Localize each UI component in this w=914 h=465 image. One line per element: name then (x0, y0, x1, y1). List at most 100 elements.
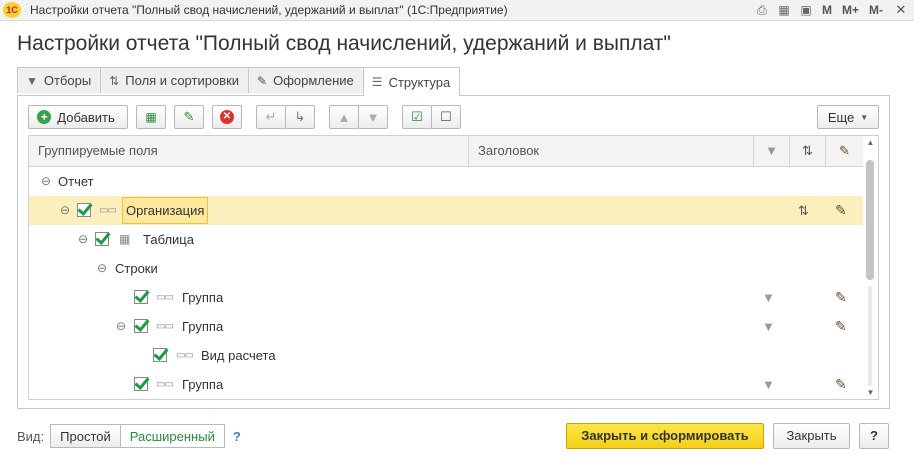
move-in-icon: ↳ (294, 109, 306, 124)
row-checkbox[interactable] (134, 319, 148, 333)
move-in-button[interactable]: ↳ (285, 105, 315, 129)
field-icon: ▭▭ (176, 350, 194, 361)
collapse-icon[interactable]: ⊖ (116, 312, 126, 341)
print-icon[interactable]: ⎙ (751, 0, 773, 20)
delete-icon: ✕ (220, 110, 234, 124)
tab-label: Отборы (43, 73, 92, 88)
view-simple-button[interactable]: Простой (50, 424, 121, 448)
row-label: Таблица (143, 232, 194, 247)
tab-bar: ▼ Отборы ⇅ Поля и сортировки ✎ Оформлени… (17, 67, 461, 96)
row-checkbox[interactable] (77, 203, 91, 217)
brush-column-icon[interactable]: ✎ (826, 136, 863, 166)
structure-grid[interactable]: Группируемые поля Заголовок ▼ ⇅ ✎ ⊖ Отче… (28, 135, 879, 400)
brush-icon[interactable]: ✎ (835, 196, 847, 225)
brush-icon: ✎ (257, 73, 268, 88)
memory-mplus-button[interactable]: M+ (837, 0, 864, 20)
row-checkbox[interactable] (95, 232, 109, 246)
move-out-icon: ↵ (265, 109, 277, 124)
add-button-label: Добавить (57, 109, 115, 125)
check-all-button[interactable]: ☑ (402, 105, 432, 129)
tab-label: Поля и сортировки (125, 73, 240, 88)
structure-toolbar: + Добавить ▦ ✎ ✕ ↵ ↳ ▲ ▼ ☑ ☐ (28, 105, 461, 129)
row-checkbox[interactable] (134, 377, 148, 391)
tab-appearance[interactable]: ✎ Оформление (248, 67, 364, 93)
delete-button[interactable]: ✕ (212, 105, 242, 129)
scroll-track (868, 286, 872, 386)
column-header-grouped-fields[interactable]: Группируемые поля (29, 136, 469, 166)
table-row-selected[interactable]: ⊖ ▭▭ Организация ⇅ ✎ (29, 196, 863, 225)
add-button[interactable]: + Добавить (28, 105, 128, 129)
sort-column-icon[interactable]: ⇅ (790, 136, 826, 166)
more-label: Еще (827, 109, 855, 125)
table-row[interactable]: ⊖ ▭▭ Группа ▼ ✎ (29, 312, 863, 341)
window-titlebar: 1С Настройки отчета "Полный свод начисле… (0, 0, 914, 21)
scroll-up-icon[interactable]: ▲ (863, 138, 878, 147)
filter-column-icon[interactable]: ▼ (754, 136, 790, 166)
structure-panel: + Добавить ▦ ✎ ✕ ↵ ↳ ▲ ▼ ☑ ☐ Еще ▼ Групп… (17, 95, 890, 409)
arrow-up-icon: ▲ (337, 109, 351, 125)
memory-mminus-button[interactable]: M- (864, 0, 888, 20)
table-row[interactable]: ⊖ ▦ Таблица (29, 225, 863, 254)
table-row[interactable]: ▭▭ Группа ▼ ✎ (29, 283, 863, 312)
filter-icon[interactable]: ▼ (762, 312, 775, 341)
row-checkbox[interactable] (134, 290, 148, 304)
filter-icon: ▼ (26, 73, 38, 88)
close-button[interactable]: Закрыть (773, 423, 850, 449)
help-link[interactable]: ? (233, 429, 241, 444)
uncheck-all-button[interactable]: ☐ (431, 105, 461, 129)
filter-icon[interactable]: ▼ (762, 370, 775, 399)
fields-sort-icon: ⇅ (109, 73, 120, 88)
move-down-button[interactable]: ▼ (358, 105, 388, 129)
collapse-icon[interactable]: ⊖ (60, 196, 70, 225)
brush-icon[interactable]: ✎ (835, 283, 847, 312)
table-row[interactable]: ⊖ Строки (29, 254, 863, 283)
uncheck-all-icon: ☐ (440, 109, 452, 124)
help-button[interactable]: ? (859, 423, 889, 449)
tab-structure[interactable]: ☰ Структура (362, 67, 461, 96)
edit-button[interactable]: ✎ (174, 105, 204, 129)
pencil-icon: ✎ (183, 109, 195, 124)
tab-filters[interactable]: ▼ Отборы (17, 67, 102, 93)
filter-icon[interactable]: ▼ (762, 283, 775, 312)
column-header-title[interactable]: Заголовок (469, 136, 754, 166)
view-extended-button[interactable]: Расширенный (119, 424, 225, 448)
tab-label: Структура (388, 74, 451, 90)
grid-rows: ⊖ Отчет ⊖ ▭▭ Организация ⇅ ✎ ⊖ ▦ Таблица… (29, 167, 863, 399)
move-out-button[interactable]: ↵ (256, 105, 286, 129)
memory-m-button[interactable]: M (817, 0, 837, 20)
chevron-down-icon: ▼ (860, 112, 869, 122)
row-label: Отчет (58, 174, 94, 189)
add-group-icon: ▦ (145, 110, 157, 124)
more-menu-button[interactable]: Еще ▼ (817, 105, 879, 129)
table-row[interactable]: ▭▭ Группа ▼ ✎ (29, 370, 863, 399)
sort-icon[interactable]: ⇅ (798, 196, 809, 225)
calculator-icon[interactable]: ▦ (773, 0, 795, 20)
structure-icon: ☰ (371, 75, 383, 89)
row-label: Группа (182, 319, 224, 334)
close-icon[interactable]: ✕ (888, 0, 914, 20)
table-row[interactable]: ▭▭ Вид расчета (29, 341, 863, 370)
row-checkbox[interactable] (153, 348, 167, 362)
row-label: Вид расчета (201, 348, 276, 363)
brush-icon[interactable]: ✎ (835, 312, 847, 341)
tab-fields-sort[interactable]: ⇅ Поля и сортировки (100, 67, 250, 93)
move-up-button[interactable]: ▲ (329, 105, 359, 129)
vertical-scrollbar[interactable]: ▲ ▼ (863, 136, 878, 399)
add-group-button[interactable]: ▦ (136, 105, 166, 129)
table-row[interactable]: ⊖ Отчет (29, 167, 863, 196)
close-and-generate-button[interactable]: Закрыть и сформировать (566, 423, 764, 449)
view-label: Вид: (17, 428, 45, 444)
collapse-icon[interactable]: ⊖ (97, 254, 107, 283)
scroll-down-icon[interactable]: ▼ (863, 388, 878, 397)
arrow-down-icon: ▼ (366, 109, 380, 125)
collapse-icon[interactable]: ⊖ (41, 167, 51, 196)
collapse-icon[interactable]: ⊖ (78, 225, 88, 254)
calendar-icon[interactable]: ▣ (795, 0, 817, 20)
field-icon: ▭▭ (99, 205, 117, 216)
field-icon: ▭▭ (156, 379, 174, 390)
scroll-thumb[interactable] (866, 160, 874, 280)
check-all-icon: ☑ (411, 109, 423, 124)
brush-icon[interactable]: ✎ (835, 370, 847, 399)
field-icon: ▭▭ (156, 321, 174, 332)
row-label: Организация (122, 197, 209, 224)
